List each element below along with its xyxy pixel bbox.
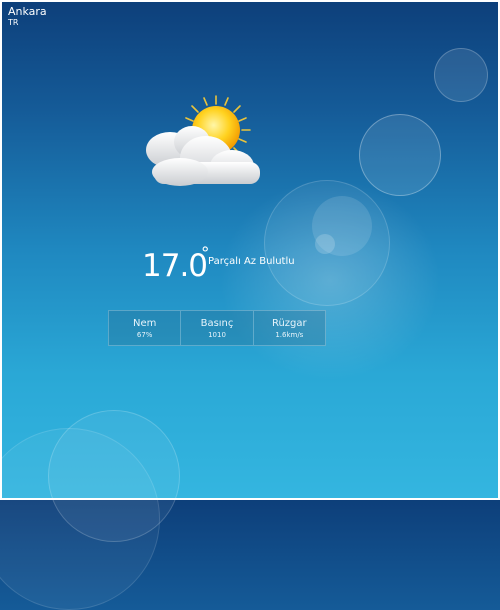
bokeh-light xyxy=(315,234,335,254)
bokeh-light xyxy=(48,410,180,542)
humidity-label: Nem xyxy=(132,318,157,329)
partly-cloudy-icon xyxy=(140,92,270,192)
country-code: TR xyxy=(8,18,19,27)
weather-stats-panel: Nem 67% Basınç 1010 Rüzgar 1.6km/s xyxy=(108,310,326,346)
city-name: Ankara xyxy=(8,5,47,18)
pressure-stat: Basınç 1010 xyxy=(181,311,254,345)
temperature-value: 17.0 xyxy=(142,248,208,284)
humidity-value: 67% xyxy=(136,331,153,339)
bokeh-light xyxy=(359,114,441,196)
wind-label: Rüzgar xyxy=(271,318,307,329)
wind-value: 1.6km/s xyxy=(275,331,304,339)
current-weather: 17.0 ° Parçalı Az Bulutlu xyxy=(142,244,295,284)
wind-stat: Rüzgar 1.6km/s xyxy=(254,311,325,345)
humidity-stat: Nem 67% xyxy=(109,311,182,345)
pressure-label: Basınç xyxy=(200,318,234,329)
background-glow xyxy=(220,180,440,380)
bokeh-light xyxy=(0,428,160,610)
cloud xyxy=(146,126,260,186)
bokeh-light xyxy=(434,48,488,102)
bokeh-light xyxy=(312,196,372,256)
pressure-value: 1010 xyxy=(208,331,226,339)
window-frame xyxy=(0,0,500,500)
bokeh-light xyxy=(264,180,390,306)
weather-condition: Parçalı Az Bulutlu xyxy=(208,256,295,267)
location-block: Ankara TR xyxy=(8,6,47,28)
